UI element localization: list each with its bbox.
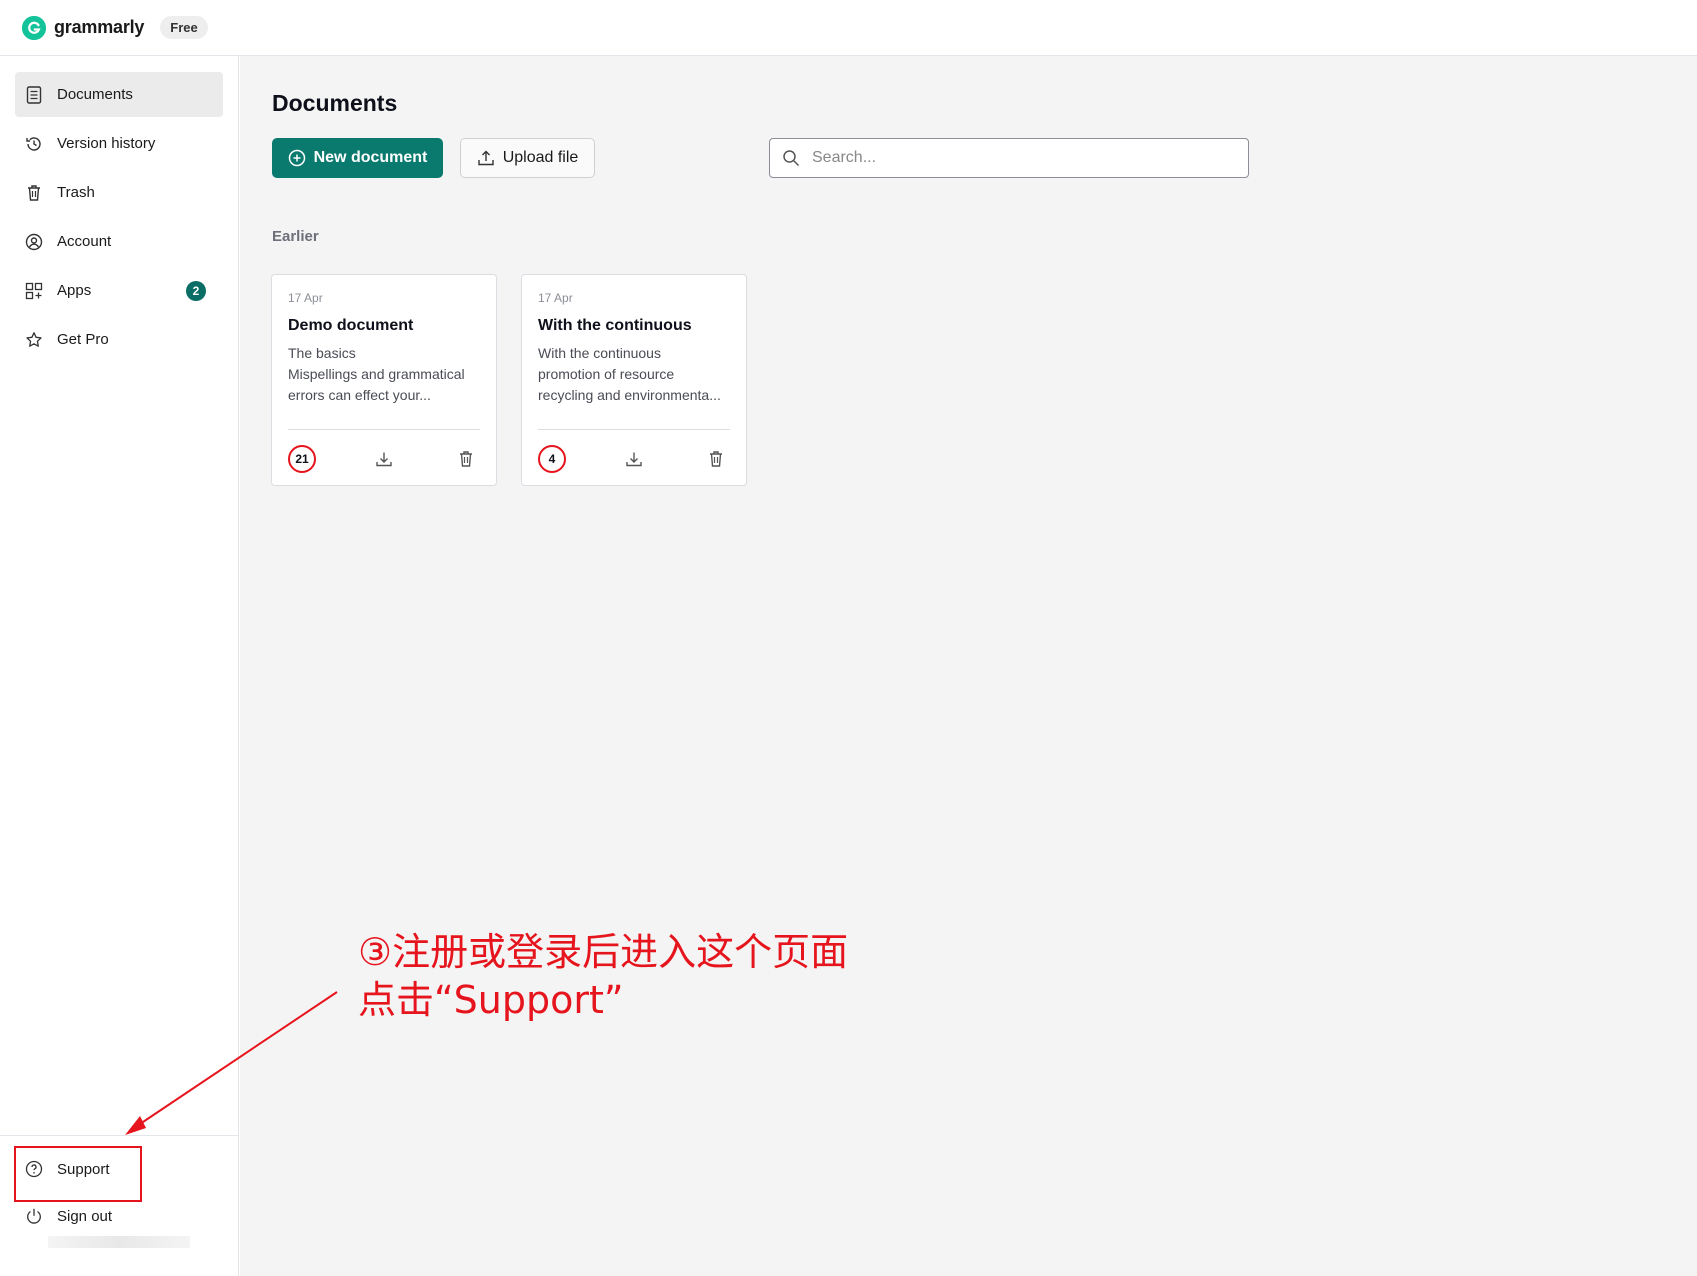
upload-file-button[interactable]: Upload file bbox=[460, 138, 595, 178]
sidebar-item-account[interactable]: Account bbox=[15, 219, 223, 264]
document-snippet: The basics Mispellings and grammatical e… bbox=[288, 343, 480, 406]
snippet-line: errors can effect your... bbox=[288, 387, 431, 403]
snippet-line: recycling and environmenta... bbox=[538, 387, 721, 403]
star-icon bbox=[25, 331, 43, 349]
grammarly-logo[interactable]: grammarly bbox=[22, 15, 145, 40]
help-icon bbox=[25, 1160, 43, 1178]
search-box[interactable] bbox=[769, 138, 1249, 178]
sidebar-item-get-pro[interactable]: Get Pro bbox=[15, 317, 223, 362]
account-icon bbox=[25, 233, 43, 251]
sidebar-footer bbox=[0, 1135, 239, 1148]
search-input[interactable] bbox=[812, 149, 1232, 167]
document-card-footer: 21 bbox=[288, 429, 480, 487]
upload-icon bbox=[477, 150, 494, 166]
apps-count-badge: 2 bbox=[186, 281, 206, 301]
redacted-user-info bbox=[48, 1236, 190, 1248]
power-icon bbox=[25, 1207, 43, 1225]
sidebar-item-support[interactable]: Support bbox=[15, 1150, 224, 1188]
document-date: 17 Apr bbox=[538, 291, 573, 305]
sidebar-item-version-history[interactable]: Version history bbox=[15, 121, 223, 166]
trash-icon bbox=[25, 184, 43, 202]
delete-button[interactable] bbox=[452, 445, 480, 473]
main-content: Documents New document Upload file Earli… bbox=[240, 56, 1697, 1276]
alerts-score-badge[interactable]: 21 bbox=[288, 444, 316, 473]
sidebar-item-documents[interactable]: Documents bbox=[15, 72, 223, 117]
document-card-footer: 4 bbox=[538, 429, 730, 487]
apps-icon bbox=[25, 282, 43, 300]
sidebar-item-label: Sign out bbox=[57, 1207, 113, 1225]
sidebar-bottom-nav: Support Sign out bbox=[15, 1150, 224, 1239]
sidebar-item-label: Support bbox=[57, 1160, 110, 1178]
snippet-line: With the continuous bbox=[538, 345, 661, 361]
top-bar: grammarly Free bbox=[0, 0, 1697, 56]
upload-file-label: Upload file bbox=[502, 149, 579, 166]
sidebar-item-apps[interactable]: Apps 2 bbox=[15, 268, 223, 313]
section-label-earlier: Earlier bbox=[272, 228, 319, 245]
page-title: Documents bbox=[272, 90, 398, 116]
download-icon bbox=[376, 452, 392, 466]
tutorial-annotation: ③注册或登录后进入这个页面 点击“Support” bbox=[358, 928, 848, 1024]
trash-icon bbox=[460, 450, 472, 467]
document-icon bbox=[25, 85, 43, 104]
sidebar-item-trash[interactable]: Trash bbox=[15, 170, 223, 215]
sidebar-item-label: Apps bbox=[57, 282, 92, 299]
document-date: 17 Apr bbox=[288, 291, 323, 305]
sidebar-divider bbox=[0, 1135, 239, 1136]
snippet-line: Mispellings and grammatical bbox=[288, 366, 465, 382]
search-icon bbox=[783, 150, 800, 167]
document-title: With the continuous bbox=[538, 317, 692, 334]
document-card[interactable]: 17 Apr With the continuous With the cont… bbox=[521, 274, 747, 486]
sidebar-item-label: Trash bbox=[57, 184, 95, 201]
annotation-line-2: 点击“Support” bbox=[358, 978, 624, 1022]
alerts-score-badge[interactable]: 4 bbox=[538, 444, 566, 473]
new-document-button[interactable]: New document bbox=[272, 138, 443, 178]
download-button[interactable] bbox=[370, 445, 398, 473]
document-card[interactable]: 17 Apr Demo document The basics Mispelli… bbox=[271, 274, 497, 486]
snippet-line: promotion of resource bbox=[538, 366, 675, 382]
download-button[interactable] bbox=[620, 445, 648, 473]
logo-text: grammarly bbox=[54, 17, 145, 37]
delete-button[interactable] bbox=[702, 445, 730, 473]
sidebar-nav: Documents Version history Trash Account … bbox=[0, 56, 238, 362]
download-icon bbox=[626, 452, 642, 466]
document-snippet: With the continuous promotion of resourc… bbox=[538, 343, 730, 406]
plan-badge: Free bbox=[160, 16, 208, 39]
trash-icon bbox=[710, 450, 722, 467]
sidebar-item-label: Version history bbox=[57, 135, 156, 152]
sidebar-item-label: Get Pro bbox=[57, 331, 109, 348]
sidebar-item-label: Documents bbox=[57, 86, 133, 103]
plus-circle-icon bbox=[288, 149, 305, 167]
history-icon bbox=[25, 135, 43, 153]
grammarly-logo-icon bbox=[22, 15, 46, 40]
sidebar: Documents Version history Trash Account … bbox=[0, 56, 239, 1276]
annotation-line-1: ③注册或登录后进入这个页面 bbox=[358, 930, 849, 974]
sidebar-item-sign-out[interactable]: Sign out bbox=[15, 1197, 224, 1235]
snippet-line: The basics bbox=[288, 345, 356, 361]
new-document-label: New document bbox=[313, 149, 428, 166]
sidebar-item-label: Account bbox=[57, 233, 112, 250]
document-title: Demo document bbox=[288, 317, 414, 334]
